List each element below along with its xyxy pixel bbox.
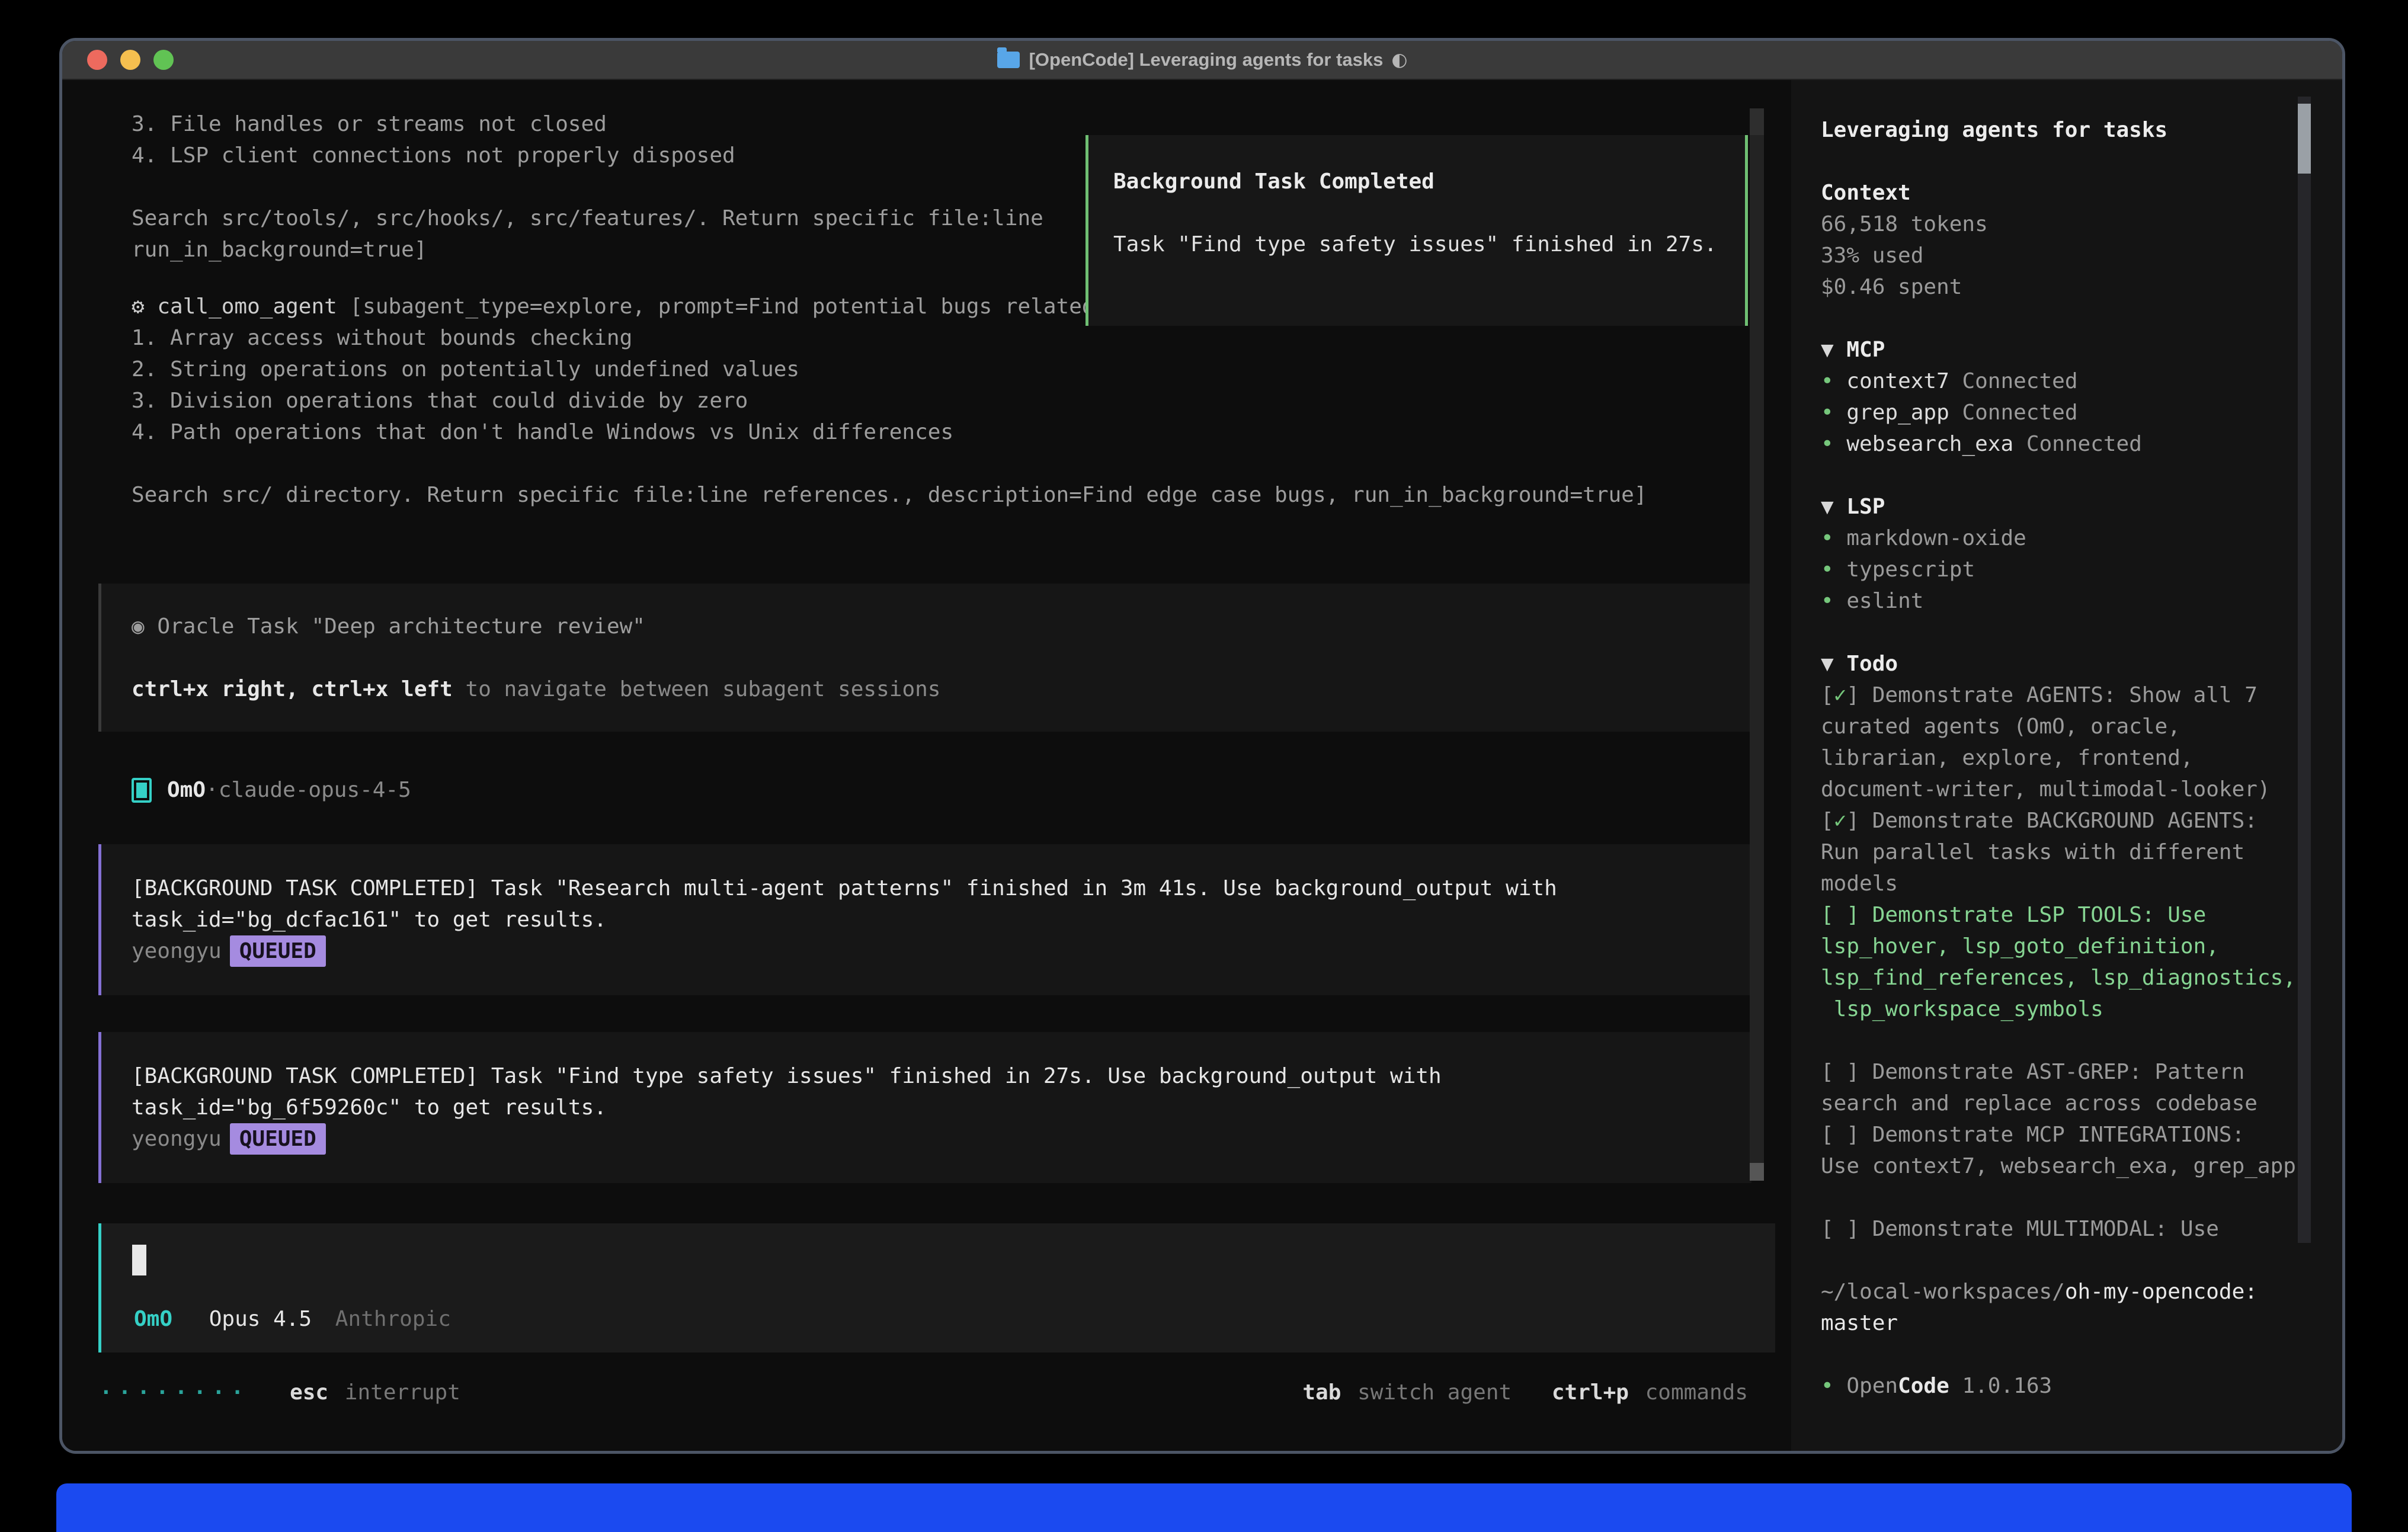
checkmark-icon: ✓ (1834, 683, 1847, 707)
version-line: • OpenCode 1.0.163 (1821, 1370, 2301, 1402)
status-right: tab switch agent ctrl+p commands (1302, 1377, 1751, 1408)
mcp-item: • websearch_exa Connected (1821, 428, 2301, 460)
mcp-item: • context7 Connected (1821, 366, 2301, 397)
agent-model-line: OmO · claude-opus-4-5 (98, 774, 1751, 806)
chat-scrollbar-segment (1750, 108, 1764, 135)
chevron-down-icon: ▼ (1821, 495, 1834, 519)
chat-scrollbar-thumb[interactable] (1750, 1163, 1764, 1181)
todo-item-active: [ ] Demonstrate LSP TOOLS: Use lsp_hover… (1821, 899, 2301, 1025)
close-button[interactable] (87, 50, 107, 70)
esc-key-hint: esc (290, 1380, 328, 1405)
status-dot-icon: • (1821, 557, 1834, 582)
status-dot-icon: • (1821, 1374, 1834, 1398)
mcp-section-header[interactable]: ▼ MCP (1821, 334, 2301, 366)
status-dot-icon: • (1821, 369, 1834, 393)
folder-icon (997, 52, 1020, 68)
app-window: [OpenCode] Leveraging agents for tasks ◐… (59, 38, 2345, 1454)
todo-item: [✓] Demonstrate BACKGROUND AGENTS: Run p… (1821, 805, 2301, 899)
lsp-item: • eslint (1821, 585, 2301, 617)
todo-item: [ ] Demonstrate MCP INTEGRATIONS: Use co… (1821, 1119, 2301, 1182)
context-heading: Context (1821, 177, 2301, 209)
status-dot-icon: • (1821, 432, 1834, 456)
agent-name: OmO (167, 774, 206, 806)
gear-icon: ⚙ (132, 294, 145, 319)
task-user: yeongyu (132, 939, 222, 963)
ctrlp-key-label: commands (1645, 1380, 1748, 1405)
minimize-button[interactable] (120, 50, 140, 70)
context-used: 33% used (1821, 240, 2301, 271)
record-icon: ◉ (132, 614, 145, 639)
status-dot-icon: • (1821, 400, 1834, 425)
session-title: Leveraging agents for tasks (1821, 114, 2301, 146)
input-agent-name: OmO (134, 1307, 172, 1331)
status-bar: ········ esc interrupt tab switch agent … (100, 1377, 1751, 1408)
status-badge: QUEUED (230, 1123, 326, 1155)
lsp-section-header[interactable]: ▼ LSP (1821, 491, 2301, 523)
agent-icon (132, 778, 152, 803)
empty-checkbox (1834, 1217, 1847, 1241)
desktop-dock-strip (56, 1483, 2352, 1532)
traffic-lights (87, 41, 174, 79)
lsp-item: • markdown-oxide (1821, 523, 2301, 554)
title-bar[interactable]: [OpenCode] Leveraging agents for tasks ◐ (62, 41, 2342, 80)
empty-checkbox (1834, 1123, 1847, 1147)
chevron-down-icon: ▼ (1821, 652, 1834, 676)
sidebar-scrollbar-thumb[interactable] (2298, 104, 2311, 174)
oracle-task-title: Oracle Task "Deep architecture review" (145, 614, 645, 639)
tab-key-label: switch agent (1357, 1380, 1512, 1405)
lsp-item: • typescript (1821, 554, 2301, 585)
status-left: ········ esc interrupt (100, 1377, 464, 1408)
chat-scrollbar[interactable] (1750, 108, 1764, 1181)
input-model-name: Opus 4.5 (209, 1307, 312, 1331)
input-provider: Anthropic (335, 1307, 451, 1331)
background-task-box: [BACKGROUND TASK COMPLETED] Task "Find t… (98, 1032, 1751, 1183)
text-cursor (132, 1245, 146, 1275)
oracle-hint-keys: ctrl+x right, ctrl+x left (132, 677, 453, 701)
checkmark-icon: ✓ (1834, 809, 1847, 833)
oracle-task-box[interactable]: ◉ Oracle Task "Deep architecture review"… (98, 584, 1751, 732)
progress-dots: ········ (100, 1380, 249, 1405)
window-title: [OpenCode] Leveraging agents for tasks (1029, 49, 1384, 70)
zoom-button[interactable] (153, 50, 174, 70)
workspace-path: ~/local-workspaces/oh-my-opencode: (1821, 1276, 2301, 1307)
terminal-content: 3. File handles or streams not closed 4.… (62, 80, 2342, 1451)
tool-call-name: call_omo_agent (157, 294, 350, 319)
task-message: [BACKGROUND TASK COMPLETED] Task "Resear… (132, 873, 1740, 935)
empty-checkbox (1834, 903, 1847, 927)
background-task-box: [BACKGROUND TASK COMPLETED] Task "Resear… (98, 844, 1751, 995)
todo-section-header[interactable]: ▼ Todo (1821, 648, 2301, 680)
status-dot-icon: • (1821, 589, 1834, 613)
status-dot-icon: • (1821, 526, 1834, 550)
chevron-down-icon: ▼ (1821, 338, 1834, 362)
task-message: [BACKGROUND TASK COMPLETED] Task "Find t… (132, 1060, 1740, 1123)
input-model-line: OmO Opus 4.5 Anthropic (134, 1303, 451, 1335)
todo-item: [✓] Demonstrate AGENTS: Show all 7 curat… (1821, 680, 2301, 805)
todo-item: [ ] Demonstrate MULTIMODAL: Use (1821, 1213, 2301, 1245)
background-task-notification: Background Task Completed Task "Find typ… (1085, 135, 1748, 326)
sidebar: Leveraging agents for tasks Context 66,5… (1821, 114, 2301, 1402)
ctrlp-key-hint: ctrl+p (1552, 1380, 1629, 1405)
prompt-input[interactable]: OmO Opus 4.5 Anthropic (98, 1223, 1775, 1352)
context-spent: $0.46 spent (1821, 271, 2301, 303)
esc-key-label: interrupt (345, 1380, 460, 1405)
git-branch: master (1821, 1307, 2301, 1339)
todo-item: [ ] Demonstrate AST-GREP: Pattern search… (1821, 1056, 2301, 1119)
context-tokens: 66,518 tokens (1821, 209, 2301, 240)
half-moon-icon: ◐ (1391, 49, 1407, 70)
agent-model: claude-opus-4-5 (219, 774, 411, 806)
oracle-hint-text: to navigate between subagent sessions (453, 677, 941, 701)
tool-call-args: [subagent_type=explore, prompt=Find pote… (132, 294, 1711, 507)
task-user: yeongyu (132, 1127, 222, 1151)
separator-dot: · (206, 774, 219, 806)
empty-checkbox (1834, 1060, 1847, 1084)
status-badge: QUEUED (230, 935, 326, 967)
notification-body: Task "Find type safety issues" finished … (1113, 229, 1721, 260)
notification-title: Background Task Completed (1113, 166, 1721, 197)
tab-key-hint: tab (1302, 1380, 1341, 1405)
sidebar-scrollbar[interactable] (2298, 97, 2311, 1243)
mcp-item: • grep_app Connected (1821, 397, 2301, 428)
